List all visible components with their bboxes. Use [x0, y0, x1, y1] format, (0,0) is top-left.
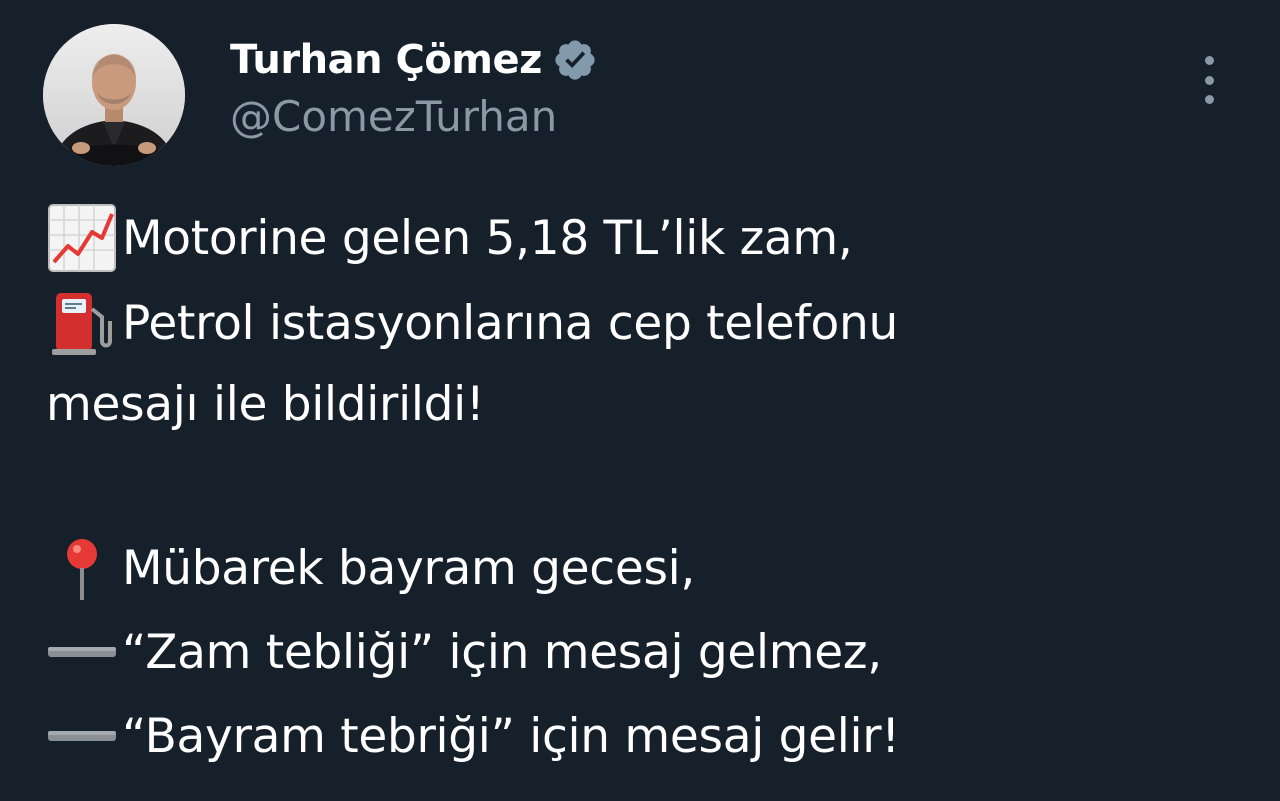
fuel-pump-icon [46, 287, 118, 359]
more-vertical-icon-dot [1204, 75, 1214, 85]
verified-badge-icon [552, 37, 598, 83]
minus-bar-icon [46, 700, 118, 772]
more-options-button[interactable] [1196, 56, 1222, 104]
tweet-line-text: Mübarek bayram gecesi, [122, 540, 696, 596]
tweet-line-text: “Zam tebliği” için mesaj gelmez, [122, 624, 882, 680]
author-name-row[interactable]: Turhan Çömez [230, 30, 598, 90]
tweet-line: Petrol istasyonlarına cep telefonu [46, 283, 898, 363]
more-vertical-icon [1204, 56, 1214, 65]
minus-bar-icon [46, 616, 118, 688]
tweet-line: “Bayram tebriği” için mesaj gelir! [46, 696, 900, 776]
tweet-line-text: mesajı ile bildirildi! [46, 376, 485, 432]
tweet-line: Mübarek bayram gecesi, [46, 528, 695, 608]
tweet-line-text: Motorine gelen 5,18 TL’lik zam, [122, 210, 853, 266]
more-vertical-icon-dot [1204, 95, 1214, 104]
avatar[interactable] [43, 24, 185, 166]
tweet-line: “Zam tebliği” için mesaj gelmez, [46, 612, 882, 692]
tweet-line-text: “Bayram tebriği” için mesaj gelir! [122, 708, 900, 764]
author-display-name[interactable]: Turhan Çömez [230, 37, 542, 83]
round-pushpin-icon [46, 532, 118, 604]
tweet-line-text: Petrol istasyonlarına cep telefonu [122, 295, 898, 351]
tweet-line: Motorine gelen 5,18 TL’lik zam, [46, 198, 853, 278]
author-handle[interactable]: @ComezTurhan [230, 92, 557, 141]
chart-increasing-icon [46, 202, 118, 274]
tweet-line: mesajı ile bildirildi! [46, 364, 485, 444]
